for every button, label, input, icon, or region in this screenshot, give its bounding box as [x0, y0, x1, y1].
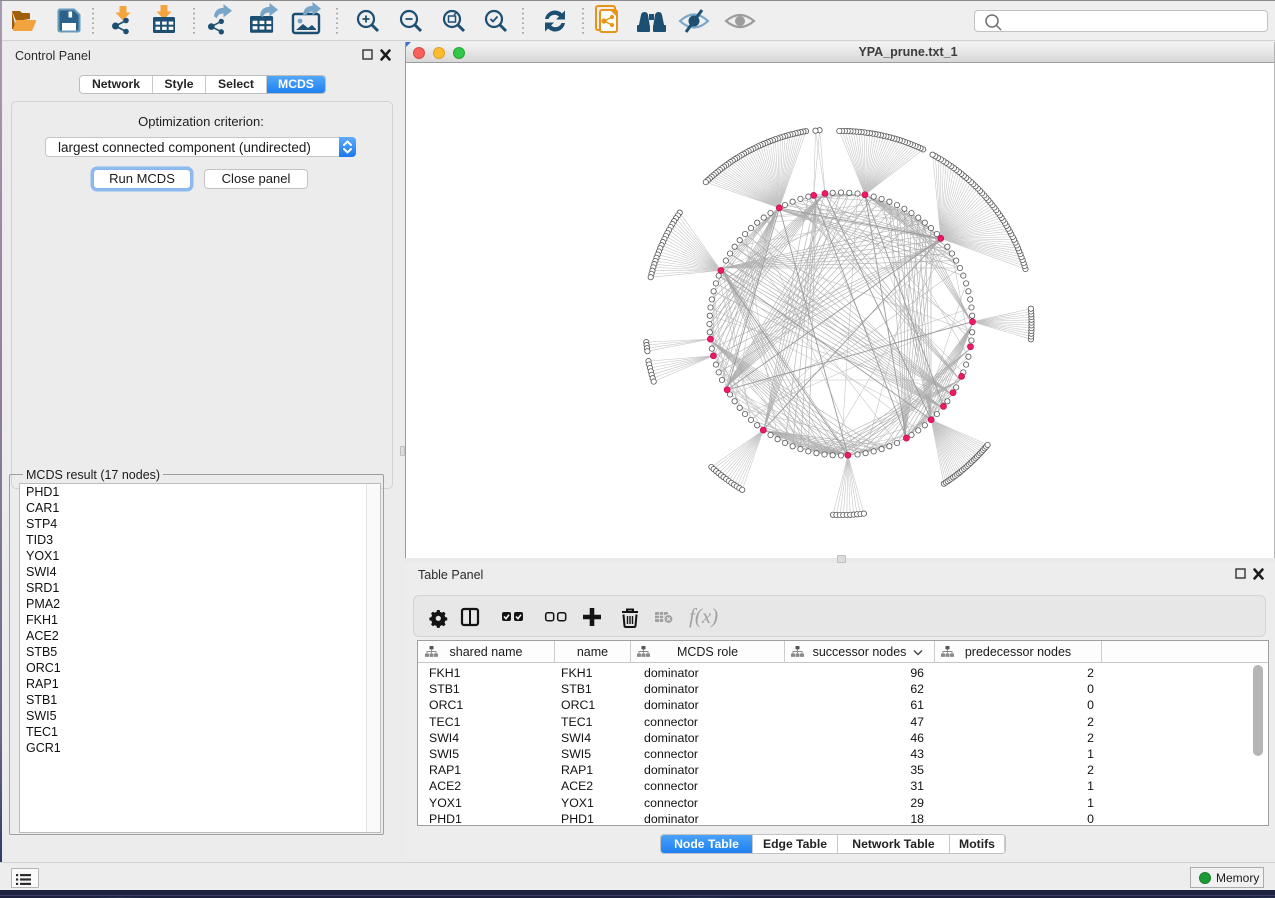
- svg-text:f(x): f(x): [689, 604, 718, 628]
